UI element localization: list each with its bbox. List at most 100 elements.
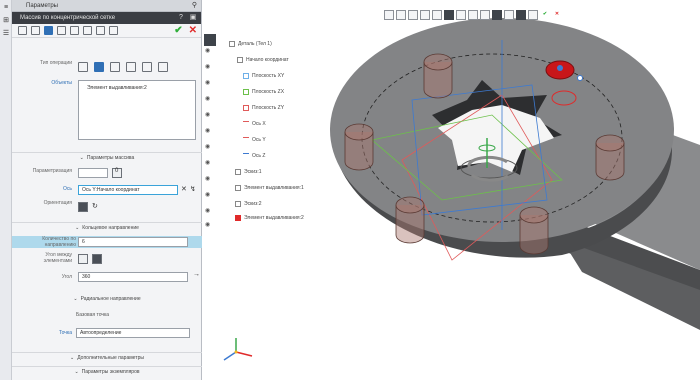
clear-axis-icon[interactable]: ✕: [181, 185, 187, 193]
filter-icon[interactable]: [516, 10, 526, 20]
select-filter-icon[interactable]: [384, 10, 394, 20]
apply-icon[interactable]: ✔: [174, 25, 182, 36]
cylinder-2-top[interactable]: [344, 123, 374, 141]
display-mode-icon[interactable]: [456, 10, 466, 20]
operation-header: Массив по концентрической сетке ? ▣: [12, 12, 201, 24]
menu-icon[interactable]: ≡: [1, 3, 11, 13]
tree-item-axis-z[interactable]: Ось Z: [243, 152, 265, 161]
measure-icon[interactable]: [480, 10, 490, 20]
rotate-icon[interactable]: ↻: [92, 202, 98, 210]
tree-item-axis-x[interactable]: Ось X: [243, 120, 266, 129]
visibility-icon[interactable]: ◉: [205, 127, 210, 134]
visibility-icon[interactable]: ◉: [205, 47, 210, 54]
triad-z-axis: [235, 351, 253, 357]
grid-icon[interactable]: [18, 26, 27, 35]
objects-list[interactable]: Элемент выдавливания:2: [78, 80, 196, 140]
angle-field[interactable]: 360: [78, 272, 188, 282]
params-icon[interactable]: [44, 26, 53, 35]
count-field[interactable]: 6: [78, 237, 188, 247]
rotate-view-icon[interactable]: [420, 10, 430, 20]
section-icon[interactable]: [468, 10, 478, 20]
layers-icon[interactable]: [504, 10, 514, 20]
orientation-icon[interactable]: [432, 10, 442, 20]
anchor-icon[interactable]: [96, 26, 105, 35]
tree-item-plane-xy[interactable]: Плоскость XY: [243, 72, 284, 81]
tree-item-sketch-1[interactable]: Эскиз:1: [235, 168, 262, 177]
pen-icon[interactable]: [57, 26, 66, 35]
chevron-down-icon: ⌄: [74, 369, 79, 375]
angle-mode-label: Угол между элементами: [43, 252, 72, 264]
point-field[interactable]: Автоопределение: [76, 328, 190, 338]
tree-item-plane-zx[interactable]: Плоскость ZX: [243, 88, 284, 97]
perspective-icon[interactable]: [492, 10, 502, 20]
op-add-icon[interactable]: [78, 62, 88, 72]
tree-item-extrude-2[interactable]: Элемент выдавливания:2: [235, 214, 304, 223]
angle-mode-option-1[interactable]: [78, 254, 88, 264]
dimension-icon[interactable]: [83, 26, 92, 35]
close-icon[interactable]: ✕: [552, 10, 562, 20]
visibility-icon[interactable]: ◉: [205, 63, 210, 70]
help-icon[interactable]: ?: [177, 14, 185, 22]
section-more[interactable]: ⌄ Параметры экземпляров: [12, 366, 202, 376]
visibility-icon[interactable]: ◉: [205, 207, 210, 214]
op-merge-icon[interactable]: [126, 62, 136, 72]
angle-mode-option-2[interactable]: [92, 254, 102, 264]
shaded-view-icon[interactable]: [444, 10, 454, 20]
pan-icon[interactable]: [408, 10, 418, 20]
visibility-icon[interactable]: ◉: [205, 191, 210, 198]
section-radial[interactable]: ⌄ Радиальное направление: [12, 294, 202, 304]
cylinder-3-top[interactable]: [395, 196, 425, 214]
cylinder-5-top[interactable]: [595, 134, 625, 152]
grid-param-field[interactable]: [78, 168, 108, 178]
op-body-icon[interactable]: [158, 62, 168, 72]
tree-origin[interactable]: Начало координат: [237, 56, 289, 65]
tree-item-axis-y[interactable]: Ось Y: [243, 136, 266, 145]
list-view-icon[interactable]: [31, 26, 40, 35]
section-grid-params[interactable]: ⌄ Параметры массива: [12, 152, 202, 162]
visibility-icon[interactable]: ◉: [205, 175, 210, 182]
cylinder-4-top[interactable]: [519, 206, 549, 224]
op-intersect-icon[interactable]: [142, 62, 152, 72]
orientation-button[interactable]: [78, 202, 88, 212]
visibility-icon[interactable]: ◉: [205, 143, 210, 150]
pin-icon[interactable]: ⚲: [192, 0, 197, 12]
arrow-right-icon[interactable]: →: [193, 271, 200, 278]
dock-icon[interactable]: ▣: [189, 14, 197, 22]
view-toolbar: ✔ ✕: [384, 8, 562, 22]
cancel-icon[interactable]: ✕: [189, 25, 197, 36]
tree-root[interactable]: Деталь (Тел 1): [229, 40, 272, 49]
visibility-icon[interactable]: ◉: [205, 221, 210, 228]
tree-item-extrude-1[interactable]: Элемент выдавливания:1: [235, 184, 304, 193]
list-icon[interactable]: ☰: [1, 29, 11, 39]
tree-toggle-icon[interactable]: [204, 34, 216, 46]
tree-icon[interactable]: ⊞: [1, 16, 11, 26]
op-array-icon[interactable]: [94, 62, 104, 72]
visibility-icon[interactable]: ◉: [205, 95, 210, 102]
settings-icon[interactable]: [109, 26, 118, 35]
count-label: Количество по направлению: [42, 236, 76, 248]
tree-item-plane-zy[interactable]: Плоскость ZY: [243, 104, 284, 113]
copy-icon[interactable]: [70, 26, 79, 35]
section-circular[interactable]: ⌄ Кольцевое направление: [12, 222, 202, 232]
objects-list-item[interactable]: Элемент выдавливания:2: [79, 81, 195, 91]
tree-item-sketch-2[interactable]: Эскиз:2: [235, 200, 262, 209]
cylinder-1-top[interactable]: [423, 53, 453, 71]
chevron-down-icon: ⌄: [79, 155, 84, 161]
op-cut-icon[interactable]: [110, 62, 120, 72]
axis-pick-icon[interactable]: ↯: [190, 185, 196, 193]
axis-field[interactable]: Ось Y:Начало координат: [78, 185, 178, 195]
source-point-marker[interactable]: [557, 65, 563, 71]
base-point-label: Базовая точка: [76, 312, 110, 318]
handle-point[interactable]: [577, 75, 583, 81]
visibility-icon[interactable]: ◉: [205, 159, 210, 166]
pen-tool-icon[interactable]: [528, 10, 538, 20]
section-extra[interactable]: ⌄ Дополнительные параметры: [12, 352, 202, 362]
zoom-icon[interactable]: [396, 10, 406, 20]
grid-param-label: Параметризация: [32, 168, 72, 174]
sketch-icon: [235, 168, 241, 175]
operation-name: Массив по концентрической сетке: [20, 15, 116, 21]
visibility-icon[interactable]: ◉: [205, 79, 210, 86]
axis-icon: [243, 152, 249, 159]
confirm-icon[interactable]: ✔: [540, 10, 550, 20]
visibility-icon[interactable]: ◉: [205, 111, 210, 118]
